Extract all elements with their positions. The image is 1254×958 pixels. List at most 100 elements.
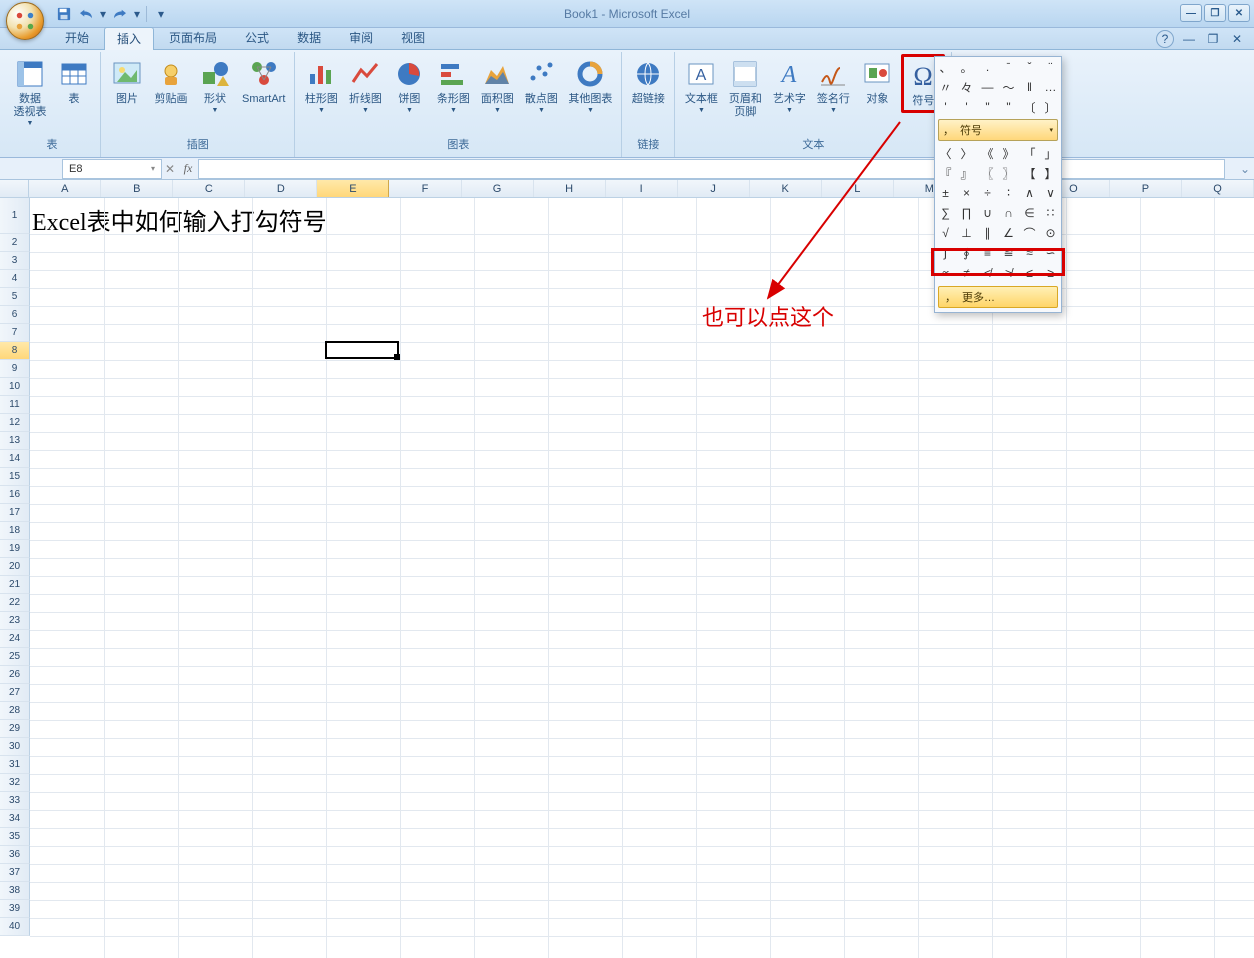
qat-customize-dropdown[interactable]: ▾: [151, 4, 171, 24]
column-header-J[interactable]: J: [678, 180, 750, 197]
object-button[interactable]: 对象: [857, 54, 897, 109]
minimize-button[interactable]: —: [1180, 4, 1202, 22]
column-header-A[interactable]: A: [29, 180, 101, 197]
area-chart-button[interactable]: 面积图▼: [477, 54, 517, 117]
symbol-cell[interactable]: ×: [956, 183, 977, 203]
shapes-button[interactable]: 形状▼: [195, 54, 235, 117]
symbol-cell[interactable]: ∮: [956, 243, 977, 263]
close-button[interactable]: ✕: [1228, 4, 1250, 22]
symbol-cell[interactable]: …: [1040, 77, 1061, 97]
picture-button[interactable]: 图片: [107, 54, 147, 109]
inner-minimize-button[interactable]: —: [1180, 30, 1198, 48]
tab-开始[interactable]: 开始: [52, 26, 102, 49]
symbol-cell[interactable]: ˇ: [1019, 57, 1040, 77]
row-header-35[interactable]: 35: [0, 828, 30, 846]
row-header-32[interactable]: 32: [0, 774, 30, 792]
symbol-cell[interactable]: 》: [998, 143, 1019, 163]
row-header-36[interactable]: 36: [0, 846, 30, 864]
pivottable-button[interactable]: 数据透视表▼: [10, 54, 50, 130]
symbol-cell[interactable]: 々: [956, 77, 977, 97]
qat-undo-button[interactable]: [76, 4, 96, 24]
row-header-16[interactable]: 16: [0, 486, 30, 504]
row-header-25[interactable]: 25: [0, 648, 30, 666]
symbol-cell[interactable]: ∝: [935, 263, 956, 283]
cancel-formula-icon[interactable]: ✕: [162, 162, 178, 176]
fill-handle[interactable]: [394, 354, 400, 360]
row-header-14[interactable]: 14: [0, 450, 30, 468]
symbol-more-button[interactable]: ， 更多…: [938, 286, 1058, 308]
row-header-29[interactable]: 29: [0, 720, 30, 738]
inner-close-button[interactable]: ✕: [1228, 30, 1246, 48]
row-header-33[interactable]: 33: [0, 792, 30, 810]
row-header-5[interactable]: 5: [0, 288, 30, 306]
row-header-22[interactable]: 22: [0, 594, 30, 612]
column-header-F[interactable]: F: [389, 180, 461, 197]
symbol-selected-row[interactable]: ， 符号 ▾: [938, 119, 1058, 141]
column-header-L[interactable]: L: [822, 180, 894, 197]
symbol-cell[interactable]: ≌: [998, 243, 1019, 263]
row-header-39[interactable]: 39: [0, 900, 30, 918]
row-header-34[interactable]: 34: [0, 810, 30, 828]
symbol-cell[interactable]: ∨: [1040, 183, 1061, 203]
row-header-28[interactable]: 28: [0, 702, 30, 720]
symbol-cell[interactable]: ∥: [977, 223, 998, 243]
row-header-21[interactable]: 21: [0, 576, 30, 594]
symbol-cell[interactable]: ∪: [977, 203, 998, 223]
hyperlink-button[interactable]: 超链接: [628, 54, 668, 109]
column-header-K[interactable]: K: [750, 180, 822, 197]
symbol-cell[interactable]: ‖: [1019, 77, 1040, 97]
symbol-cell[interactable]: ≡: [977, 243, 998, 263]
tab-视图[interactable]: 视图: [388, 26, 438, 49]
symbol-cell[interactable]: 】: [1040, 163, 1061, 183]
symbol-cell[interactable]: ': [956, 97, 977, 117]
symbol-cell[interactable]: 〖: [977, 163, 998, 183]
row-header-17[interactable]: 17: [0, 504, 30, 522]
cell-area[interactable]: Excel表中如何输入打勾符号: [30, 198, 1254, 958]
column-header-Q[interactable]: Q: [1182, 180, 1254, 197]
formula-bar-expand[interactable]: ⌄: [1239, 159, 1251, 179]
fx-icon[interactable]: fx: [178, 161, 198, 176]
symbol-cell[interactable]: 【: [1019, 163, 1040, 183]
scatter-chart-button[interactable]: 散点图▼: [521, 54, 561, 117]
symbol-cell[interactable]: ∽: [1040, 243, 1061, 263]
wordart-button[interactable]: A艺术字▼: [769, 54, 809, 117]
symbol-cell[interactable]: ⊥: [956, 223, 977, 243]
column-header-I[interactable]: I: [606, 180, 678, 197]
symbol-cell[interactable]: 『: [935, 163, 956, 183]
column-header-B[interactable]: B: [101, 180, 173, 197]
row-header-23[interactable]: 23: [0, 612, 30, 630]
symbol-cell[interactable]: √: [935, 223, 956, 243]
row-header-20[interactable]: 20: [0, 558, 30, 576]
name-box[interactable]: E8 ▾: [62, 159, 162, 179]
help-button[interactable]: ?: [1156, 30, 1174, 48]
symbol-cell[interactable]: .: [977, 57, 998, 77]
header-footer-button[interactable]: 页眉和页脚: [725, 54, 765, 122]
textbox-button[interactable]: A文本框▼: [681, 54, 721, 117]
row-header-10[interactable]: 10: [0, 378, 30, 396]
symbol-cell[interactable]: ⌒: [1019, 223, 1040, 243]
symbol-cell[interactable]: ～: [998, 77, 1019, 97]
table-button[interactable]: 表: [54, 54, 94, 109]
symbol-cell[interactable]: ': [935, 97, 956, 117]
row-header-2[interactable]: 2: [0, 234, 30, 252]
signature-button[interactable]: 签名行▼: [813, 54, 853, 117]
column-header-G[interactable]: G: [462, 180, 534, 197]
column-header-C[interactable]: C: [173, 180, 245, 197]
tab-插入[interactable]: 插入: [104, 27, 154, 50]
symbol-cell[interactable]: —: [977, 77, 998, 97]
symbol-cell[interactable]: ≈: [1019, 243, 1040, 263]
row-header-13[interactable]: 13: [0, 432, 30, 450]
other-chart-button[interactable]: 其他图表▼: [565, 54, 615, 117]
symbol-cell[interactable]: 《: [977, 143, 998, 163]
qat-save-button[interactable]: [54, 4, 74, 24]
symbol-cell[interactable]: ≮: [977, 263, 998, 283]
row-header-7[interactable]: 7: [0, 324, 30, 342]
symbol-cell[interactable]: 〕: [1040, 97, 1061, 117]
symbol-cell[interactable]: ": [998, 97, 1019, 117]
tab-数据[interactable]: 数据: [284, 26, 334, 49]
symbol-cell[interactable]: ≯: [998, 263, 1019, 283]
symbol-cell[interactable]: ¨: [1040, 57, 1061, 77]
column-header-E[interactable]: E: [317, 180, 389, 197]
symbol-cell[interactable]: ∧: [1019, 183, 1040, 203]
symbol-cell[interactable]: 〃: [935, 77, 956, 97]
